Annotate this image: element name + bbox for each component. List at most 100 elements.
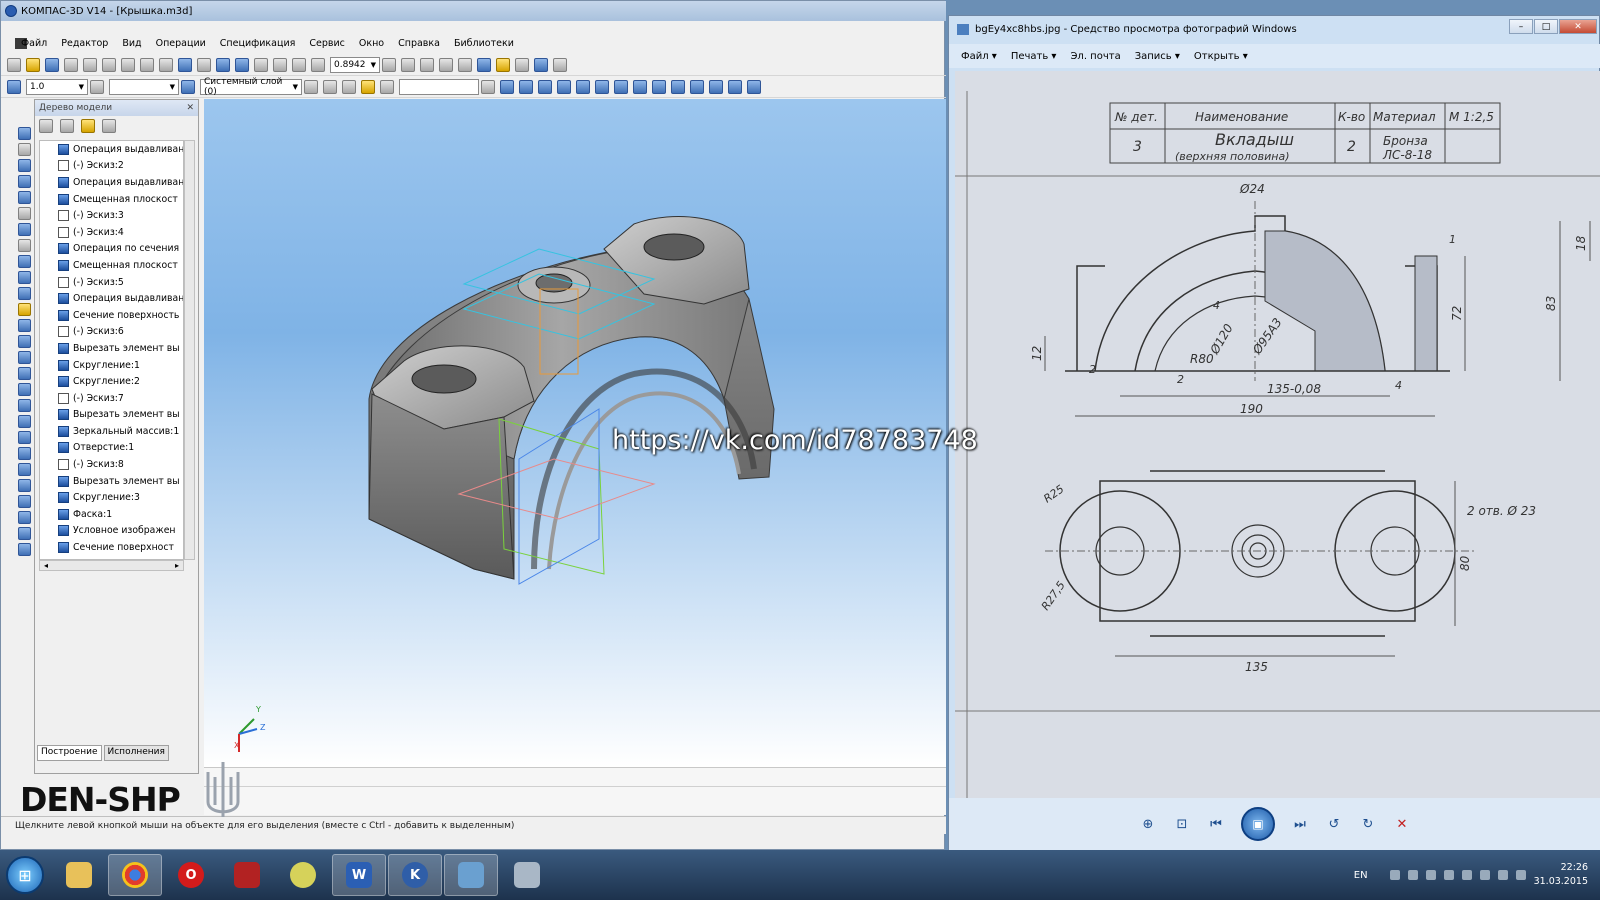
spec-icon[interactable] [17, 239, 31, 252]
measure-tool-icon[interactable] [17, 207, 31, 220]
tree-node[interactable]: (-) Эскиз:4 [40, 224, 183, 241]
plane-icon[interactable] [747, 79, 761, 94]
hole-icon[interactable] [652, 79, 666, 94]
filter-icon[interactable] [515, 57, 529, 72]
mirror-icon[interactable] [728, 79, 742, 94]
menu-operations[interactable]: Операции [156, 38, 206, 49]
empty-combo[interactable]: ▼ [109, 78, 179, 95]
tree-node[interactable]: Сечение поверхност [40, 539, 183, 556]
print-icon[interactable] [64, 57, 78, 72]
fillet-icon[interactable] [614, 79, 628, 94]
tool-p-icon[interactable] [17, 543, 31, 556]
cursor-icon[interactable] [7, 79, 21, 94]
tool-o-icon[interactable] [17, 527, 31, 540]
surfaces-icon[interactable] [17, 159, 31, 172]
next-icon[interactable]: ⏭ [1291, 815, 1309, 833]
tree-node[interactable]: Сечение поверхность [40, 307, 183, 324]
tree-node[interactable]: Фаска:1 [40, 506, 183, 523]
chamfer-icon[interactable] [633, 79, 647, 94]
rotate-right-icon[interactable]: ↻ [1359, 815, 1377, 833]
minimize-icon[interactable]: – [1509, 19, 1533, 34]
cut-extrude-icon[interactable] [576, 79, 590, 94]
shaded-icon[interactable] [477, 57, 491, 72]
tree-vertical-scrollbar[interactable] [184, 140, 195, 560]
menu-view[interactable]: Вид [122, 38, 141, 49]
shaded-edges-icon[interactable] [496, 57, 510, 72]
tree-node[interactable]: Вырезать элемент вы [40, 407, 183, 424]
spatial-curves-icon[interactable] [17, 143, 31, 156]
tree-node[interactable]: Операция по сечения [40, 241, 183, 258]
variables-icon[interactable] [235, 57, 249, 72]
scroll-right-icon[interactable]: ▸ [175, 561, 179, 570]
tray-app-icon[interactable] [1479, 870, 1490, 880]
snap-toggle-icon[interactable] [361, 79, 375, 94]
coords-icon[interactable] [380, 79, 394, 94]
network-icon[interactable] [1497, 870, 1508, 880]
drawing-photo[interactable]: № дет. Наименование К-во Материал М 1:2,… [955, 71, 1600, 798]
actual-size-icon[interactable]: ⊡ [1173, 815, 1191, 833]
tree-horizontal-scrollbar[interactable]: ◂ ▸ [39, 560, 184, 571]
zoom-window-icon[interactable] [273, 57, 287, 72]
paste-icon[interactable] [140, 57, 154, 72]
tray-app-icon[interactable] [1389, 870, 1400, 880]
language-indicator[interactable]: EN [1354, 870, 1368, 881]
tree-node[interactable]: Зеркальный массив:1 [40, 423, 183, 440]
aux-geometry-icon[interactable] [17, 191, 31, 204]
tree-structure-icon[interactable] [60, 119, 74, 133]
tree-display-icon[interactable] [81, 119, 95, 133]
menu-specification[interactable]: Спецификация [220, 38, 296, 49]
manager-icon[interactable] [216, 57, 230, 72]
tool-h-icon[interactable] [17, 415, 31, 428]
taskbar-opera[interactable]: O [164, 854, 218, 896]
hidden-lines-icon[interactable] [439, 57, 453, 72]
tree-node[interactable]: Отверстие:1 [40, 440, 183, 457]
sweep-icon[interactable] [557, 79, 571, 94]
menu-help[interactable]: Справка [398, 38, 440, 49]
tool-d-icon[interactable] [17, 351, 31, 364]
array-icon[interactable] [709, 79, 723, 94]
arrays-icon[interactable] [17, 175, 31, 188]
tool-e-icon[interactable] [17, 367, 31, 380]
new-file-icon[interactable] [7, 57, 21, 72]
tree-node[interactable]: (-) Эскиз:5 [40, 274, 183, 291]
tree-node[interactable]: (-) Эскиз:7 [40, 390, 183, 407]
taskbar-chrome[interactable] [108, 854, 162, 896]
slideshow-icon[interactable]: ▣ [1241, 807, 1275, 841]
rotate-left-icon[interactable]: ↺ [1325, 815, 1343, 833]
tray-app-icon[interactable] [1461, 870, 1472, 880]
tool-a-icon[interactable] [17, 303, 31, 316]
tree-node[interactable]: Скругление:2 [40, 373, 183, 390]
local-cs-icon[interactable] [304, 79, 318, 94]
tool-l-icon[interactable] [17, 479, 31, 492]
layer-icon[interactable] [181, 79, 195, 94]
delete-icon[interactable]: ✕ [1393, 815, 1411, 833]
snap-icon[interactable] [534, 57, 548, 72]
halftone-icon[interactable] [458, 57, 472, 72]
tree-node[interactable]: Операция выдавливан [40, 290, 183, 307]
zoom-icon[interactable] [311, 57, 325, 72]
start-button[interactable]: ⊞ [6, 856, 44, 894]
rib-icon[interactable] [690, 79, 704, 94]
tree-node[interactable]: (-) Эскиз:2 [40, 158, 183, 175]
tree-node[interactable]: Скругление:3 [40, 489, 183, 506]
taskbar-app-red[interactable] [220, 854, 274, 896]
open-file-icon[interactable] [26, 57, 40, 72]
tree-node[interactable]: Смещенная плоскост [40, 191, 183, 208]
cut-icon[interactable] [102, 57, 116, 72]
extrude-icon[interactable] [500, 79, 514, 94]
zoom-icon[interactable]: ⊕ [1139, 815, 1157, 833]
save-icon[interactable] [45, 57, 59, 72]
viewer-title-bar[interactable]: bgEy4xc8hbs.jpg - Средство просмотра фот… [949, 16, 1600, 42]
rotate-op-icon[interactable] [519, 79, 533, 94]
taskbar-kompas[interactable]: K [388, 854, 442, 896]
taskbar-app-lemon[interactable] [276, 854, 330, 896]
tab-versions[interactable]: Исполнения [103, 745, 169, 761]
ortho-icon[interactable] [342, 79, 356, 94]
close-icon[interactable]: ✕ [186, 103, 194, 113]
viewer-menu-burn[interactable]: Запись ▾ [1135, 51, 1180, 62]
layer-combo[interactable]: Системный слой (0) ▼ [200, 77, 302, 97]
measure-icon[interactable] [553, 57, 567, 72]
taskbar-calculator[interactable] [500, 854, 554, 896]
kompas-title-bar[interactable]: КОМПАС-3D V14 - [Крышка.m3d] [1, 1, 946, 21]
tray-app-icon[interactable] [1407, 870, 1418, 880]
